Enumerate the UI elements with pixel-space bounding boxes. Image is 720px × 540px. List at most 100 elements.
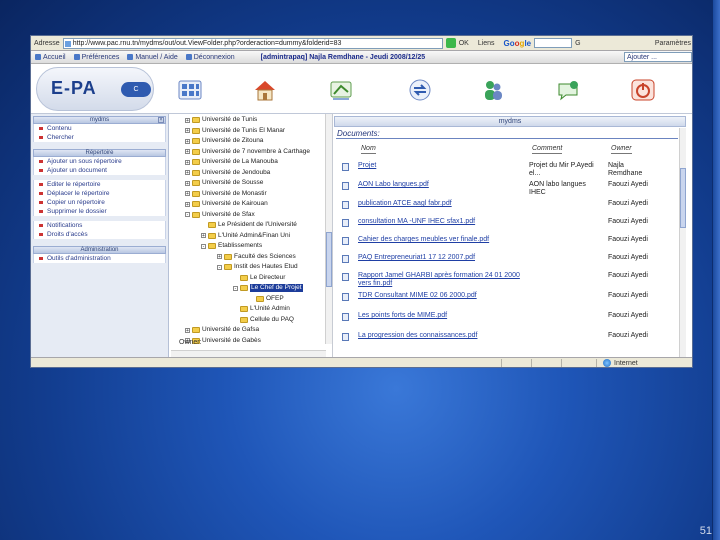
tree-horizontal-scrollbar[interactable] [171,350,326,357]
sidebar-item-delete-folder[interactable]: Supprimer le dossier [33,207,166,216]
tree-node[interactable]: - Etablissements [201,242,262,250]
url-field[interactable]: http://www.pac.rnu.tn/mydms/out/out.View… [62,37,443,49]
column-header-comment[interactable]: Comment [532,145,563,154]
goto-select[interactable]: Ajouter ... [624,52,692,62]
sidebar-item-admin-tools[interactable]: Outils d'administration [33,254,166,263]
tree-node[interactable]: OFEP [249,295,284,303]
sidebar-item-access-rights[interactable]: Droits d'accès [33,230,166,239]
tree-node-label: Université de La Manouba [202,158,278,165]
sidebar-item-notifications[interactable]: Notifications [33,221,166,230]
expand-icon[interactable]: + [185,159,190,165]
document-link[interactable]: PAQ Entrepreneuriat1 17 12 2007.pdf [358,254,523,262]
documents-panel: Documents: Nom Comment Owner Projet Proje… [334,128,686,357]
folder-icon [192,148,200,155]
expand-icon[interactable]: + [185,201,190,207]
tree-node[interactable]: - Le Chef de Projet [233,284,303,292]
users-icon[interactable] [479,76,507,104]
document-icon [342,219,349,227]
document-link[interactable]: Rapport Jamel GHARBI après formation 24 … [358,272,523,288]
folder-icon [192,127,200,134]
tree-node[interactable]: Cellule du PAQ [233,316,294,324]
tree-node[interactable]: Le Directeur [233,274,285,282]
nav-home[interactable]: Accueil [35,54,66,61]
exchange-icon[interactable] [406,76,434,104]
tree-node[interactable]: + Université de Kairouan [185,200,268,208]
collapse-icon[interactable]: - [185,212,190,218]
tree-scrollbar[interactable] [325,114,332,344]
sidebar-item-contenu[interactable]: Contenu [33,124,166,133]
folder-icon [192,117,200,123]
tree-node[interactable]: Le Président de l'Université [201,221,297,229]
document-link[interactable]: consultation MA -UNF IHEC sfax1.pdf [358,218,523,226]
home-icon[interactable] [251,76,279,104]
sidebar-item-copy-folder[interactable]: Copier un répertoire [33,198,166,207]
tree-node[interactable]: + Université de Tunis El Manar [185,127,285,135]
expand-icon[interactable]: + [185,128,190,134]
page-icon [64,40,71,47]
close-icon[interactable]: × [158,117,164,123]
tree-node[interactable]: + Université de Monastir [185,190,267,198]
expand-icon[interactable]: + [185,170,190,176]
nav-logout[interactable]: Déconnexion [185,54,235,61]
tree-node[interactable]: + Faculté des Sciences [217,253,296,261]
links-button[interactable]: Liens [478,40,495,47]
sidebar-item-add-subfolder[interactable]: Ajouter un sous répertoire [33,157,166,166]
tree-node[interactable]: + Université de Jendouba [185,169,270,177]
tree-node[interactable]: + Université de Sousse [185,179,263,187]
slide-number: 51 [699,525,712,537]
expand-icon[interactable]: + [217,254,222,260]
expand-icon[interactable]: + [185,191,190,197]
document-link[interactable]: La progression des connaissances.pdf [358,332,523,340]
nav-preferences[interactable]: Préférences [73,54,119,61]
expand-icon[interactable]: + [185,149,190,155]
grid-icon[interactable] [176,76,204,104]
google-search-input[interactable] [534,38,573,48]
column-header-owner[interactable]: Owner [611,145,632,154]
document-comment: AON labo langues IHEC [529,181,586,196]
tree-node[interactable]: - Université de Sfax [185,211,255,219]
collapse-icon[interactable]: - [217,264,222,270]
document-link[interactable]: Cahier des charges meubles ver finale.pd… [358,236,523,244]
documents-scrollbar[interactable] [679,128,686,357]
document-link[interactable]: TDR Consultant MIME 02 06 2000.pdf [358,292,523,300]
document-icon [342,163,349,171]
tools-icon[interactable] [327,76,355,104]
document-link[interactable]: Les points forts de MIME.pdf [358,312,523,320]
sidebar-item-edit-folder[interactable]: Editer le répertoire [33,180,166,189]
go-icon[interactable] [445,38,456,48]
tree-node[interactable]: - Instit des Hautes Etud [217,263,298,271]
address-bar: Adresse http://www.pac.rnu.tn/mydms/out/… [31,36,692,51]
document-owner: Faouzi Ayedi [608,218,648,225]
document-link[interactable]: AON Labo langues.pdf [358,181,523,189]
tree-node[interactable]: + Université de Zitouna [185,137,263,145]
tree-node-label: OFEP [266,294,284,302]
expand-icon[interactable]: + [201,233,206,239]
tree-node[interactable]: L'Unité Admin [233,305,290,313]
expand-icon[interactable]: + [185,138,190,144]
tree-scroll-thumb[interactable] [326,232,332,287]
settings-button[interactable]: Paramètres [655,40,691,47]
tree-node[interactable]: + Université de 7 novembre à Carthage [185,148,310,156]
document-icon [342,333,349,341]
tree-node[interactable]: + L'Unité Admin&Finan Uni [201,232,290,240]
expand-icon[interactable]: + [185,117,190,123]
expand-icon[interactable]: + [185,327,190,333]
google-go-button[interactable]: G [575,40,580,47]
tree-node[interactable]: + Université de Gafsa [185,326,259,334]
sidebar-item-add-document[interactable]: Ajouter un document [33,166,166,175]
sidebar-item-chercher[interactable]: Chercher [33,133,166,142]
nav-help[interactable]: Manuel / Aide [127,54,178,61]
message-icon[interactable] [554,76,582,104]
document-link[interactable]: Projet [358,162,523,170]
sidebar-item-move-folder[interactable]: Déplacer le répertoire [33,189,166,198]
go-button[interactable]: OK [459,40,469,47]
document-link[interactable]: publication ATCE aagl fabr.pdf [358,200,523,208]
documents-scroll-thumb[interactable] [680,168,686,228]
collapse-icon[interactable]: - [201,243,206,249]
collapse-icon[interactable]: - [233,285,238,291]
expand-icon[interactable]: + [185,180,190,186]
tree-node[interactable]: + Université de La Manouba [185,158,278,166]
tree-node[interactable]: + Université de Tunis [185,116,257,124]
power-icon[interactable] [629,76,657,104]
column-header-name[interactable]: Nom [361,145,376,154]
